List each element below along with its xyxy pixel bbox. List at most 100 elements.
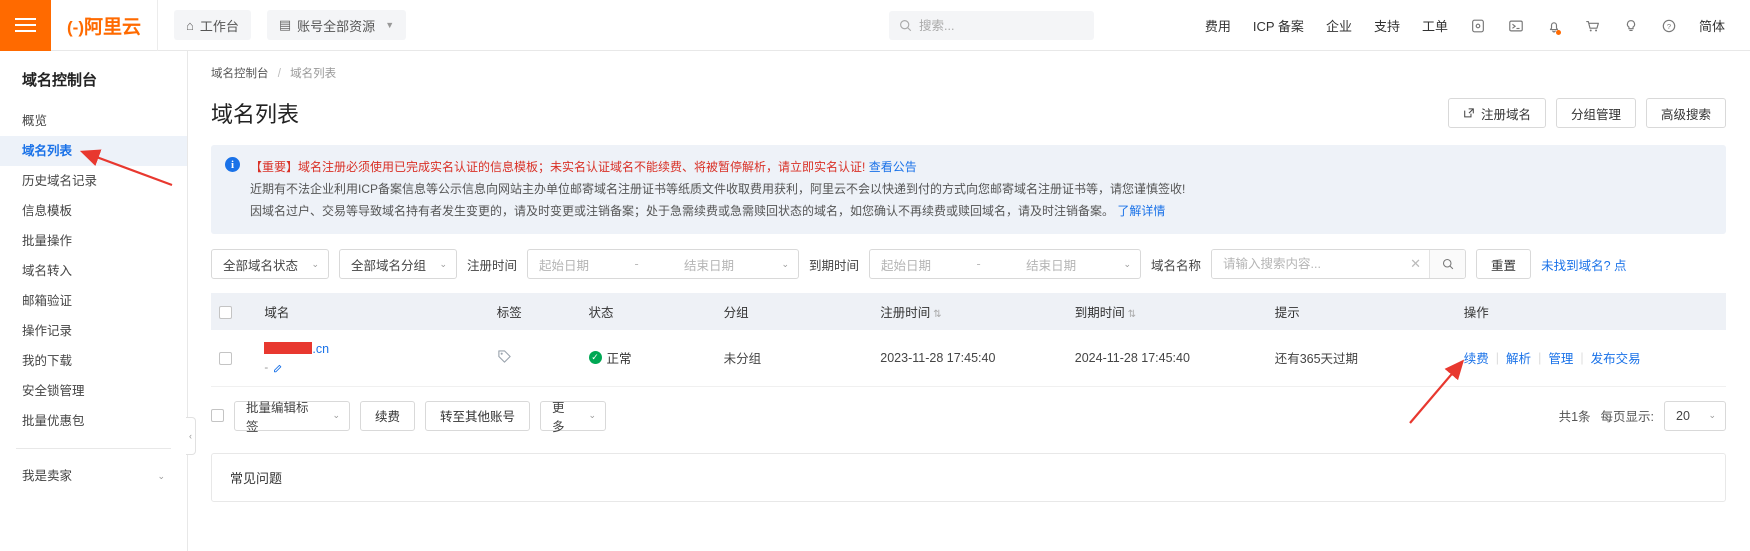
per-page-select[interactable]: 20 ⌄ — [1664, 400, 1726, 431]
total-count: 共1条 — [1558, 410, 1591, 424]
main-content: 域名控制台 / 域名列表 域名列表 注册域名 分组管理 高级搜索 i 【重要】域… — [188, 51, 1750, 551]
menu-icon[interactable] — [0, 0, 51, 51]
column-actions: 操作 — [1455, 293, 1726, 330]
language-selector[interactable]: 简体 — [1688, 16, 1736, 35]
alibaba-cloud-logo[interactable]: (-)阿里云 — [51, 0, 158, 51]
column-exp-time-label: 到期时间 — [1074, 306, 1125, 320]
header-link-icp[interactable]: ICP 备案 — [1242, 16, 1315, 35]
sidebar-collapse-handle[interactable]: ‹ — [186, 417, 196, 455]
bell-icon[interactable] — [1535, 18, 1573, 35]
cell-actions: 续费 | 解析 | 管理 | 发布交易 — [1455, 330, 1726, 387]
register-domain-button[interactable]: 注册域名 — [1447, 98, 1546, 128]
help-icon[interactable]: ? — [1650, 18, 1688, 34]
bulk-edit-tags-select[interactable]: 批量编辑标签 ⌄ — [234, 400, 350, 434]
bulk-renew-button[interactable]: 续费 — [360, 400, 416, 431]
notification-badge — [1555, 29, 1561, 35]
domain-status-select[interactable]: 全部域名状态 ⌄ — [211, 249, 329, 279]
domain-table: 域名 标签 状态 分组 注册时间 ⇅ 到期时间 ⇅ 提示 操作 .cn - ✓ … — [211, 293, 1726, 387]
sidebar-item-discount-pack[interactable]: 批量优惠包 — [0, 406, 187, 436]
reg-time-range-picker[interactable]: 起始日期 - 结束日期 ⌄ — [527, 249, 800, 279]
notice-line-3-text: 因域名过户、交易等导致域名持有者发生变更的，请及时变更或注销备案；处于急需续费或… — [250, 204, 1115, 218]
select-all-checkbox[interactable] — [219, 305, 232, 319]
reset-button[interactable]: 重置 — [1476, 249, 1532, 279]
action-publish-trade[interactable]: 发布交易 — [1591, 348, 1641, 367]
console-icon[interactable] — [1497, 18, 1535, 34]
faq-panel: 常见问题 — [211, 452, 1726, 502]
sidebar-item-batch-ops[interactable]: 批量操作 — [0, 226, 187, 256]
date-range-dash: - — [976, 257, 981, 271]
sidebar-item-label: 操作记录 — [22, 324, 73, 338]
grid-icon: ▤ — [278, 17, 292, 32]
close-icon[interactable]: ✕ — [1402, 256, 1429, 272]
row-checkbox[interactable] — [219, 351, 232, 365]
chevron-down-icon: ⌄ — [332, 410, 340, 420]
sidebar-item-info-template[interactable]: 信息模板 — [0, 196, 187, 226]
edit-icon[interactable] — [273, 363, 283, 373]
sidebar-item-email-verify[interactable]: 邮箱验证 — [0, 286, 187, 316]
bulb-icon[interactable] — [1612, 18, 1650, 34]
cart-icon[interactable] — [1573, 18, 1612, 34]
sidebar-item-transfer-in[interactable]: 域名转入 — [0, 256, 187, 286]
sidebar-item-security-lock[interactable]: 安全锁管理 — [0, 376, 187, 406]
header-link-support[interactable]: 支持 — [1363, 16, 1411, 35]
tag-icon[interactable] — [497, 349, 512, 364]
notice-lines: 【重要】域名注册必须使用已完成实名认证的信息模板；未实名认证域名不能续费、将被暂… — [250, 156, 1185, 222]
domain-search-field[interactable]: ✕ — [1211, 249, 1467, 279]
header-right-area: 费用 ICP 备案 企业 支持 工单 ? 简体 — [1194, 0, 1750, 51]
action-renew[interactable]: 续费 — [1464, 348, 1489, 367]
resources-selector[interactable]: ▤ 账号全部资源 ▼ — [266, 10, 407, 40]
global-search[interactable] — [889, 11, 1094, 40]
notice-learn-more-link[interactable]: 了解详情 — [1117, 204, 1165, 218]
domain-group-select[interactable]: 全部域名分组 ⌄ — [339, 249, 457, 279]
exp-time-range-picker[interactable]: 起始日期 - 结束日期 ⌄ — [869, 249, 1142, 279]
chevron-down-icon: ⌄ — [157, 471, 165, 481]
sidebar-item-my-downloads[interactable]: 我的下载 — [0, 346, 187, 376]
header-link-ticket[interactable]: 工单 — [1411, 16, 1459, 35]
action-manage[interactable]: 管理 — [1548, 348, 1573, 367]
domain-suffix[interactable]: .cn — [312, 342, 329, 356]
action-resolve[interactable]: 解析 — [1506, 348, 1531, 367]
sidebar-item-history[interactable]: 历史域名记录 — [0, 166, 187, 196]
global-search-input[interactable] — [919, 18, 1079, 33]
sidebar-item-label: 域名列表 — [22, 144, 73, 158]
not-found-link[interactable]: 未找到域名? 点 — [1541, 255, 1626, 274]
domain-search-input[interactable] — [1212, 250, 1403, 278]
sidebar-item-domain-list[interactable]: 域名列表 — [0, 136, 187, 166]
header-link-enterprise[interactable]: 企业 — [1315, 16, 1363, 35]
sidebar-item-label: 历史域名记录 — [22, 174, 98, 188]
date-range-dash: - — [634, 257, 639, 271]
table-header-row: 域名 标签 状态 分组 注册时间 ⇅ 到期时间 ⇅ 提示 操作 — [211, 293, 1726, 330]
domain-sub-text: - — [264, 361, 269, 374]
notice-view-announcement-link[interactable]: 查看公告 — [869, 160, 917, 174]
group-management-button[interactable]: 分组管理 — [1555, 98, 1636, 128]
sidebar-item-operation-log[interactable]: 操作记录 — [0, 316, 187, 346]
title-actions: 注册域名 分组管理 高级搜索 — [1447, 98, 1726, 128]
bulk-select-checkbox[interactable] — [211, 409, 224, 422]
table-row: .cn - ✓ 正常 未分组 2023-11-28 17:45:40 2024-… — [211, 330, 1726, 387]
bulk-renew-label: 续费 — [375, 410, 401, 424]
bulk-more-select[interactable]: 更多 ⌄ — [540, 400, 607, 434]
filter-bar: 全部域名状态 ⌄ 全部域名分组 ⌄ 注册时间 起始日期 - 结束日期 ⌄ 到期时… — [188, 234, 1750, 279]
sidebar-item-label: 安全锁管理 — [22, 384, 85, 398]
bulk-edit-tags-label: 批量编辑标签 — [246, 400, 309, 434]
breadcrumb: 域名控制台 / 域名列表 — [188, 51, 1750, 81]
sidebar-item-overview[interactable]: 概览 — [0, 106, 187, 136]
column-exp-time[interactable]: 到期时间 ⇅ — [1066, 293, 1267, 330]
column-reg-time[interactable]: 注册时间 ⇅ — [872, 293, 1067, 330]
header-link-fee[interactable]: 费用 — [1194, 16, 1242, 35]
action-divider: | — [1580, 350, 1584, 365]
chevron-down-icon: ⌄ — [588, 410, 597, 420]
page-title: 域名列表 — [211, 102, 300, 127]
column-domain: 域名 — [256, 293, 489, 330]
workbench-label: 工作台 — [199, 18, 239, 34]
sidebar-item-label: 批量优惠包 — [22, 414, 85, 428]
search-submit-button[interactable] — [1429, 250, 1466, 278]
sidebar-group-seller[interactable]: 我是卖家 ⌄ — [0, 461, 187, 491]
domain-table-wrap: 域名 标签 状态 分组 注册时间 ⇅ 到期时间 ⇅ 提示 操作 .cn - ✓ … — [188, 279, 1750, 387]
bulk-transfer-button[interactable]: 转至其他账号 — [425, 400, 531, 431]
breadcrumb-parent[interactable]: 域名控制台 — [211, 68, 269, 80]
workbench-button[interactable]: ⌂ 工作台 — [174, 10, 251, 40]
reg-end-date: 结束日期 — [684, 258, 735, 273]
advanced-search-button[interactable]: 高级搜索 — [1645, 98, 1726, 128]
app-icon[interactable] — [1459, 18, 1497, 34]
